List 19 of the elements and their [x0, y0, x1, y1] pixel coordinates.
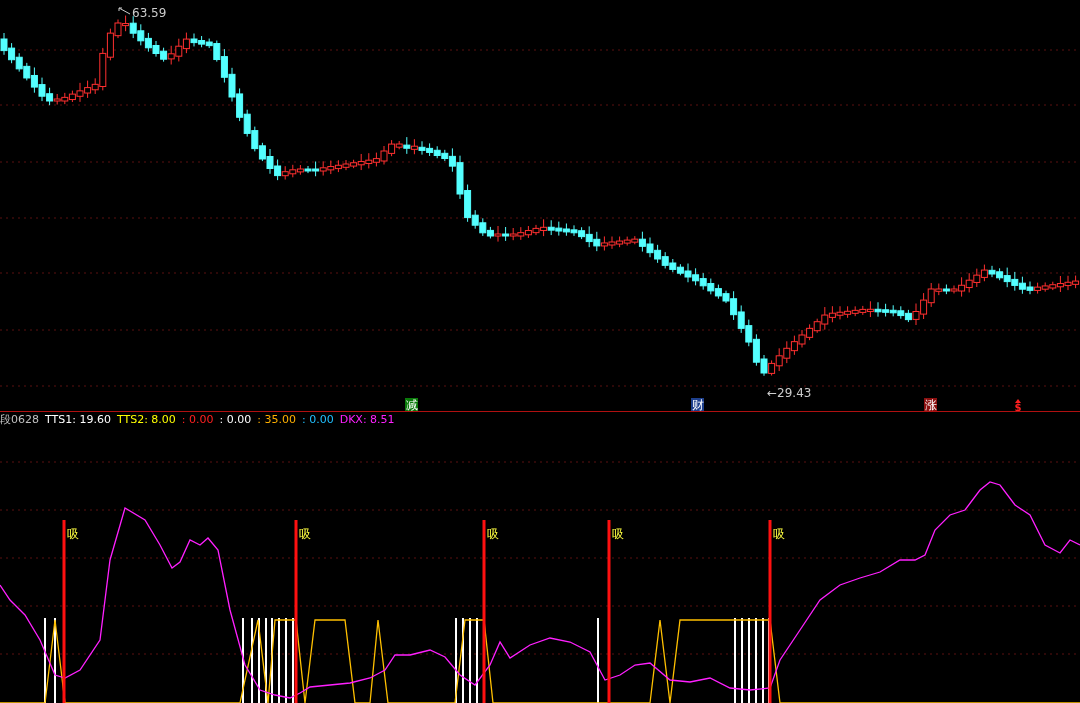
signal-label: 吸 — [773, 527, 785, 541]
indicator-value: TTS2: 8.00 — [116, 412, 176, 428]
event-badge: 涨 — [924, 398, 937, 412]
event-badge: 减 — [405, 398, 418, 412]
signal-label: 吸 — [67, 527, 79, 541]
arrow-icon — [118, 7, 131, 15]
indicator-value: 段0628 — [0, 412, 39, 428]
indicator-value: : 0.00 — [301, 412, 334, 428]
signal-label: 吸 — [487, 527, 499, 541]
signal-label: 吸 — [612, 527, 624, 541]
low-price-label: ←29.43 — [767, 386, 812, 400]
event-badge: 财 — [691, 398, 704, 412]
indicator-value: : 35.00 — [257, 412, 296, 428]
high-price-label: 63.59 — [132, 6, 167, 20]
signal-label: 吸 — [299, 527, 311, 541]
indicator-value: TTS1: 19.60 — [45, 412, 111, 428]
indicator-value: DKX: 8.51 — [339, 412, 395, 428]
indicator-value: : 0.00 — [181, 412, 214, 428]
indicator-value: : 0.00 — [219, 412, 252, 428]
